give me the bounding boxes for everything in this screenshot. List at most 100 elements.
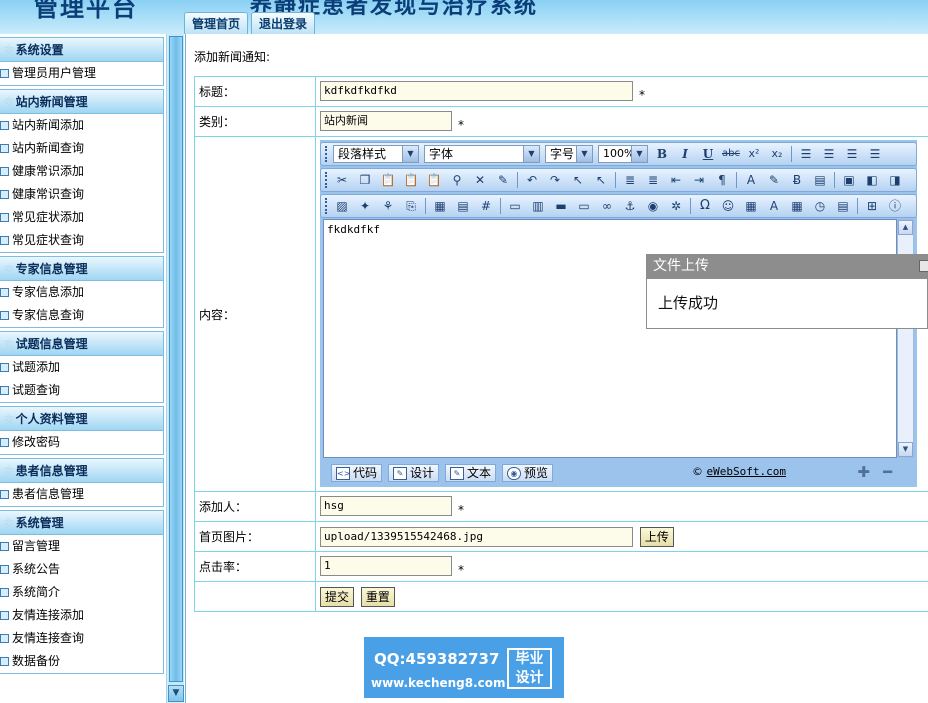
sidebar-item[interactable]: 管理员用户管理 [0,62,163,85]
tab-home[interactable]: 管理首页 [184,12,249,34]
input-icon[interactable]: ▭ [575,197,593,215]
excel-icon[interactable]: ▦ [742,197,760,215]
layer-back-icon[interactable]: ◨ [886,171,904,189]
link-icon[interactable]: ∞ [598,197,616,215]
reset-button[interactable]: 重置 [360,586,395,607]
bold-icon[interactable]: B [653,145,671,163]
sidebar-item[interactable]: 系统公告 [0,558,163,581]
redo-icon[interactable]: ↷ [546,171,564,189]
date-icon[interactable]: ▦ [788,197,806,215]
sidebar-item[interactable]: 常见症状添加 [0,206,163,229]
paste-word-icon[interactable]: 📋 [425,171,443,189]
sidebar-item[interactable]: 专家信息查询 [0,304,163,327]
mode-preview-button[interactable]: ◉ 预览 [502,464,554,482]
hr-icon[interactable]: ▬ [552,197,570,215]
mode-code-button[interactable]: <> 代码 [331,464,383,482]
image-path-input[interactable]: upload/1339515542468.jpg [320,526,633,547]
unordered-list-icon[interactable]: ≣ [644,171,662,189]
art-text-icon[interactable]: A [765,197,783,215]
scroll-up-icon[interactable]: ▲ [898,220,913,235]
info-icon[interactable]: ⓘ [886,197,904,215]
strikethrough-icon[interactable]: abc [722,145,740,163]
format-icon[interactable]: ▤ [811,171,829,189]
block-icon[interactable]: ▣ [840,171,858,189]
sidebar-item[interactable]: 试题添加 [0,356,163,379]
align-left-icon[interactable]: ☰ [797,145,815,163]
scrollbar-thumb[interactable] [169,36,183,682]
underline-icon[interactable]: U [699,145,717,163]
font-style-icon[interactable]: Ƀ [788,171,806,189]
zoom-out-icon[interactable]: ━ [883,465,892,480]
sidebar-group-title[interactable]: ☆系统管理 [0,511,163,535]
special-char-icon[interactable]: Ω [696,197,714,215]
textbox-icon[interactable]: ▭ [506,197,524,215]
unlink-icon[interactable]: ✲ [667,197,685,215]
image-icon[interactable]: ▨ [333,197,351,215]
sidebar-item[interactable]: 系统简介 [0,581,163,604]
tab-logout[interactable]: 退出登录 [251,12,316,34]
indent-icon[interactable]: ⇥ [690,171,708,189]
paragraph-icon[interactable]: ¶ [713,171,731,189]
mode-text-button[interactable]: ✎ 文本 [445,464,497,482]
copy-icon[interactable]: ❐ [356,171,374,189]
anchor-icon[interactable]: ⚓ [621,197,639,215]
sidebar-item[interactable]: 试题查询 [0,379,163,402]
layer-icon[interactable]: ◧ [863,171,881,189]
align-justify-icon[interactable]: ☰ [866,145,884,163]
find-icon[interactable]: ⚲ [448,171,466,189]
sidebar-group-title[interactable]: ☆个人资料管理 [0,407,163,431]
preview-icon[interactable]: ▤ [834,197,852,215]
emoticon-icon[interactable]: ☺ [719,197,737,215]
fullscreen-icon[interactable]: ⊞ [863,197,881,215]
italic-icon[interactable]: I [676,145,694,163]
time-icon[interactable]: ◷ [811,197,829,215]
sidebar-item[interactable]: 留言管理 [0,535,163,558]
sidebar-item[interactable]: 专家信息添加 [0,281,163,304]
delete-icon[interactable]: ✕ [471,171,489,189]
sidebar-scrollbar[interactable]: ▼ [166,34,184,703]
sidebar-group-title[interactable]: ☆系统设置 [0,38,163,62]
superscript-icon[interactable]: x² [745,145,763,163]
grid-icon[interactable]: # [477,197,495,215]
sidebar-item[interactable]: 站内新闻查询 [0,137,163,160]
select-icon[interactable]: ↖ [569,171,587,189]
close-icon[interactable] [919,260,928,272]
table-props-icon[interactable]: ▤ [454,197,472,215]
paste-icon[interactable]: 📋 [379,171,397,189]
paragraph-style-select[interactable]: 段落样式 ▼ [333,145,419,163]
submit-button[interactable]: 提交 [320,586,355,607]
copyright-link[interactable]: eWebSoft.com [707,465,786,478]
mode-design-button[interactable]: ✎ 设计 [388,464,440,482]
font-select[interactable]: 字体 ▼ [424,145,540,163]
align-right-icon[interactable]: ☰ [843,145,861,163]
sidebar-item[interactable]: 友情连接添加 [0,604,163,627]
font-size-select[interactable]: 字号 ▼ [545,145,593,163]
sidebar-item[interactable]: 站内新闻添加 [0,114,163,137]
attachment-icon[interactable]: ⎘ [402,197,420,215]
sidebar-item[interactable]: 修改密码 [0,431,163,454]
sidebar-group-title[interactable]: ☆患者信息管理 [0,459,163,483]
media-icon[interactable]: ⚘ [379,197,397,215]
title-input[interactable]: kdfkdfkdfkd [320,81,633,102]
paste-text-icon[interactable]: 📋 [402,171,420,189]
form-icon[interactable]: ▥ [529,197,547,215]
sidebar-item[interactable]: 数据备份 [0,650,163,673]
highlight-icon[interactable]: ✎ [765,171,783,189]
category-input[interactable]: 站内新闻 [320,111,452,132]
zoom-in-icon[interactable]: ✚ [857,465,870,480]
scroll-down-icon[interactable]: ▼ [168,685,184,702]
cut-icon[interactable]: ✂ [333,171,351,189]
undo-icon[interactable]: ↶ [523,171,541,189]
scroll-down-icon[interactable]: ▼ [898,442,913,457]
upload-button[interactable]: 上传 [639,526,674,547]
globe-icon[interactable]: ◉ [644,197,662,215]
sidebar-group-title[interactable]: ☆站内新闻管理 [0,90,163,114]
table-icon[interactable]: ▦ [431,197,449,215]
sidebar-item[interactable]: 健康常识查询 [0,183,163,206]
sidebar-item[interactable]: 患者信息管理 [0,483,163,506]
sidebar-item[interactable]: 常见症状查询 [0,229,163,252]
sidebar-group-title[interactable]: ☆专家信息管理 [0,257,163,281]
align-center-icon[interactable]: ☰ [820,145,838,163]
subscript-icon[interactable]: x₂ [768,145,786,163]
flash-icon[interactable]: ✦ [356,197,374,215]
